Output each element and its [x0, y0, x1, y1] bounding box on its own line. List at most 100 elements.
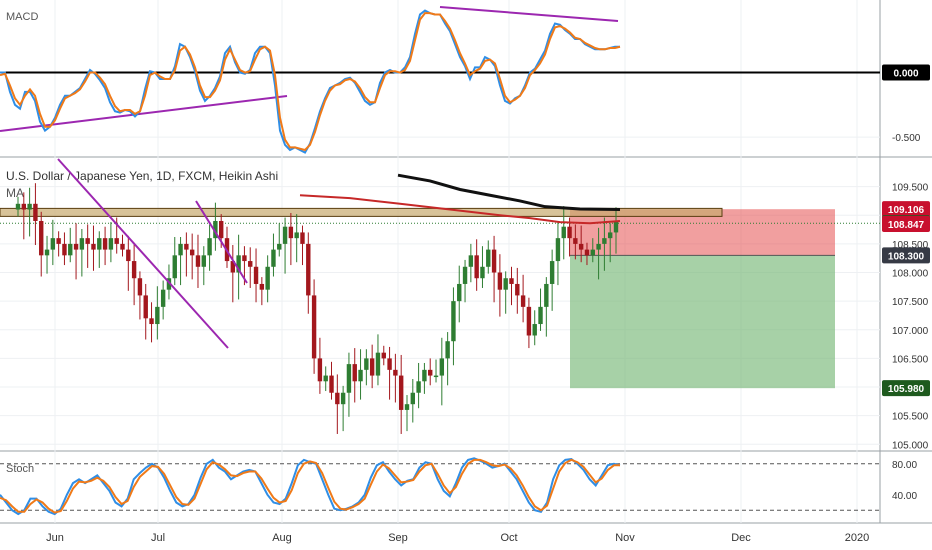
- price-tick-label: 106.500: [892, 354, 929, 365]
- candle-body: [160, 289, 166, 307]
- candle-body: [271, 249, 276, 267]
- macd-zero-tag-label: 0.000: [893, 69, 918, 80]
- take-profit-zone: [570, 255, 835, 389]
- candle-body: [85, 238, 90, 244]
- candle-body: [387, 358, 392, 370]
- candle-body: [428, 369, 433, 376]
- candle-body: [184, 243, 189, 250]
- candle-body: [259, 283, 265, 290]
- candle-body: [172, 255, 177, 279]
- candle-body: [44, 249, 50, 256]
- candle-body: [474, 255, 479, 279]
- candle-body: [178, 243, 183, 256]
- candle-body: [607, 232, 613, 239]
- candle-body: [79, 238, 85, 250]
- stoch-tick-label: 40.00: [892, 491, 917, 502]
- candle-body: [526, 306, 532, 336]
- price-tick-label: 107.500: [892, 297, 929, 308]
- candle-body: [590, 249, 595, 256]
- candle-body: [358, 369, 363, 382]
- candle-body: [416, 381, 421, 393]
- candle-body: [381, 352, 386, 359]
- candle-body: [497, 272, 503, 290]
- candle-body: [306, 243, 311, 296]
- candle-body: [311, 295, 317, 359]
- candle-body: [613, 220, 619, 233]
- candle-body: [131, 261, 137, 279]
- candle-body: [149, 318, 154, 325]
- candle-body: [549, 261, 555, 284]
- candle-body: [253, 266, 259, 284]
- candle-body: [410, 392, 415, 405]
- time-tick-label: Aug: [272, 532, 292, 544]
- candle-body: [68, 243, 73, 256]
- candle-body: [567, 226, 572, 239]
- candle-body: [155, 306, 160, 325]
- price-title: U.S. Dollar / Japanese Yen, 1D, FXCM, He…: [6, 169, 278, 183]
- candle-body: [248, 261, 253, 267]
- candle-body: [97, 238, 102, 250]
- candle-body: [126, 249, 131, 262]
- price-tick-label: 109.500: [892, 183, 929, 194]
- candle-body: [120, 243, 125, 250]
- candle-body: [265, 266, 270, 290]
- stoch-tick-label: 80.00: [892, 460, 917, 471]
- candle-body: [369, 358, 375, 376]
- candle-body: [538, 306, 543, 325]
- candle-body: [21, 203, 27, 210]
- candle-body: [364, 358, 369, 370]
- candle-body: [584, 249, 590, 256]
- candle-body: [462, 266, 468, 284]
- time-tick-label: 2020: [845, 532, 869, 544]
- candle-body: [555, 238, 561, 262]
- candle-body: [277, 243, 282, 250]
- candle-body: [335, 392, 340, 405]
- candle-body: [207, 238, 212, 256]
- price-tag-label: 105.980: [888, 384, 925, 395]
- candle-body: [73, 243, 79, 250]
- candle-body: [340, 392, 346, 405]
- candle-body: [15, 203, 21, 210]
- macd-label: MACD: [6, 11, 38, 23]
- candle-body: [445, 341, 450, 359]
- candle-body: [317, 358, 323, 382]
- candle-body: [520, 295, 526, 307]
- candle-body: [27, 203, 32, 210]
- candle-body: [288, 226, 294, 239]
- candle-body: [219, 220, 224, 239]
- candle-body: [486, 249, 491, 267]
- candle-body: [532, 324, 537, 336]
- candle-body: [468, 255, 474, 267]
- candle-body: [439, 358, 445, 376]
- chart-canvas: MACD U.S. Dollar / Japanese Yen, 1D, FXC…: [0, 0, 932, 550]
- candle-body: [457, 283, 462, 302]
- candle-body: [33, 203, 38, 221]
- candle-body: [137, 278, 143, 296]
- candle-body: [578, 243, 584, 250]
- candle-body: [108, 238, 114, 250]
- candle-body: [242, 255, 247, 262]
- candle-body: [509, 278, 514, 284]
- candle-body: [433, 375, 439, 378]
- price-tick-label: 105.000: [892, 440, 929, 451]
- candle-body: [300, 232, 305, 244]
- time-tick-label: Jun: [46, 532, 64, 544]
- candle-body: [515, 283, 520, 296]
- candle-body: [201, 255, 206, 267]
- candle-body: [114, 238, 119, 244]
- candle-body: [323, 375, 328, 382]
- macd-tick-label: -0.500: [892, 133, 921, 144]
- candle-body: [561, 226, 566, 239]
- candle-body: [329, 375, 334, 393]
- candle-body: [451, 301, 456, 342]
- time-tick-label: Dec: [731, 532, 751, 544]
- candle-body: [143, 295, 148, 319]
- time-tick-label: Oct: [500, 532, 517, 544]
- ma-label: MA: [6, 186, 24, 200]
- candle-body: [195, 255, 201, 267]
- candle-body: [346, 364, 352, 393]
- candle-body: [102, 238, 108, 250]
- candle-body: [404, 404, 410, 410]
- candle-body: [91, 243, 96, 250]
- time-tick-label: Jul: [151, 532, 165, 544]
